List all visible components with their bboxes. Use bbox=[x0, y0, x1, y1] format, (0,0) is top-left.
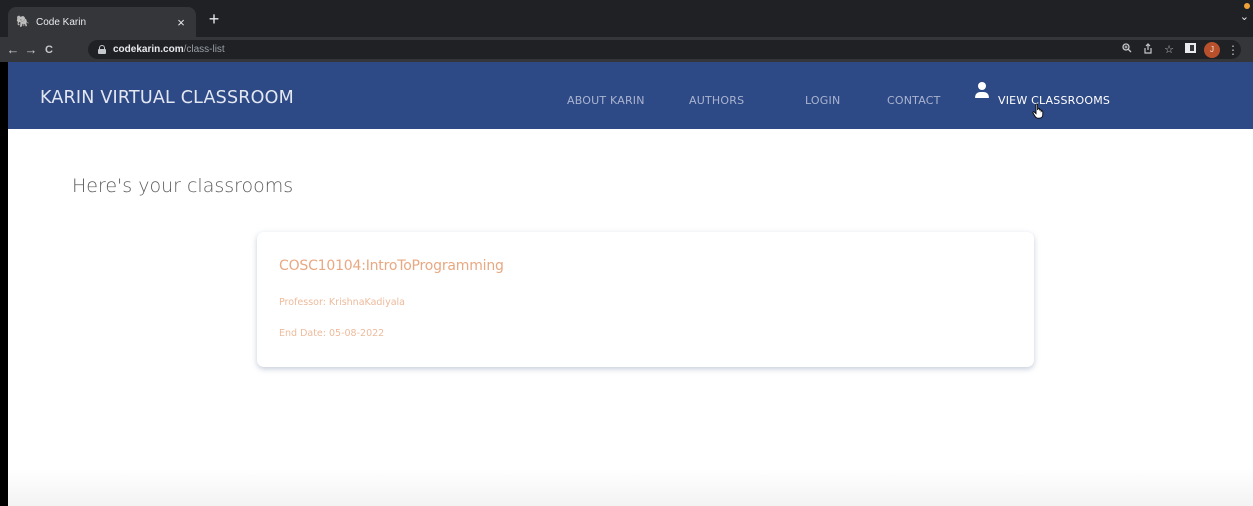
elephant-icon: 🐘 bbox=[16, 16, 30, 28]
nav-about-karin[interactable]: ABOUT KARIN bbox=[567, 94, 645, 107]
bookmark-star-icon[interactable]: ☆ bbox=[1162, 43, 1176, 56]
user-icon[interactable] bbox=[974, 82, 990, 100]
url-path: /class-list bbox=[183, 44, 225, 55]
sidepanel-icon[interactable] bbox=[1183, 43, 1197, 56]
professor-label: Professor: KrishnaKadiyala bbox=[279, 297, 405, 308]
address-bar[interactable]: codekarin.com/class-list ☆ J ⋮ bbox=[88, 40, 1241, 59]
window-edge bbox=[0, 62, 8, 506]
notification-dot bbox=[1244, 3, 1250, 9]
profile-avatar[interactable]: J bbox=[1204, 41, 1220, 58]
url-host: codekarin.com bbox=[113, 44, 184, 55]
page-title: Here's your classrooms bbox=[72, 175, 294, 197]
back-button[interactable]: ← bbox=[4, 42, 22, 57]
page-footer-fade bbox=[8, 468, 1253, 506]
nav-contact[interactable]: CONTACT bbox=[887, 94, 941, 107]
classroom-card[interactable]: COSC10104:IntroToProgramming Professor: … bbox=[257, 232, 1034, 367]
browser-tab[interactable]: 🐘 Code Karin × bbox=[8, 7, 196, 37]
nav-authors[interactable]: AUTHORS bbox=[689, 94, 744, 107]
nav-login[interactable]: LOGIN bbox=[805, 94, 840, 107]
forward-button[interactable]: → bbox=[22, 42, 40, 57]
new-tab-button[interactable]: + bbox=[205, 8, 223, 30]
lock-icon bbox=[98, 45, 106, 54]
browser-menu-button[interactable]: ⋮ bbox=[1227, 43, 1239, 57]
hand-cursor-icon bbox=[1032, 103, 1044, 119]
browser-toolbar: ← → C codekarin.com/class-list ☆ J ⋮ bbox=[0, 37, 1253, 62]
nav-view-classrooms[interactable]: VIEW CLASSROOMS bbox=[998, 94, 1110, 107]
close-tab-button[interactable]: × bbox=[174, 15, 188, 30]
zoom-icon[interactable] bbox=[1120, 43, 1134, 56]
end-date-label: End Date: 05-08-2022 bbox=[279, 328, 385, 339]
course-title[interactable]: COSC10104:IntroToProgramming bbox=[279, 258, 504, 274]
site-brand[interactable]: KARIN VIRTUAL CLASSROOM bbox=[40, 88, 294, 108]
share-icon[interactable] bbox=[1141, 42, 1155, 57]
tab-search-button[interactable]: ⌄ bbox=[1240, 10, 1249, 23]
browser-tab-strip: 🐘 Code Karin × + ⌄ bbox=[0, 0, 1253, 37]
reload-button[interactable]: C bbox=[40, 44, 58, 56]
tab-title: Code Karin bbox=[36, 16, 87, 28]
site-navbar: KARIN VIRTUAL CLASSROOM ABOUT KARIN AUTH… bbox=[8, 62, 1253, 129]
